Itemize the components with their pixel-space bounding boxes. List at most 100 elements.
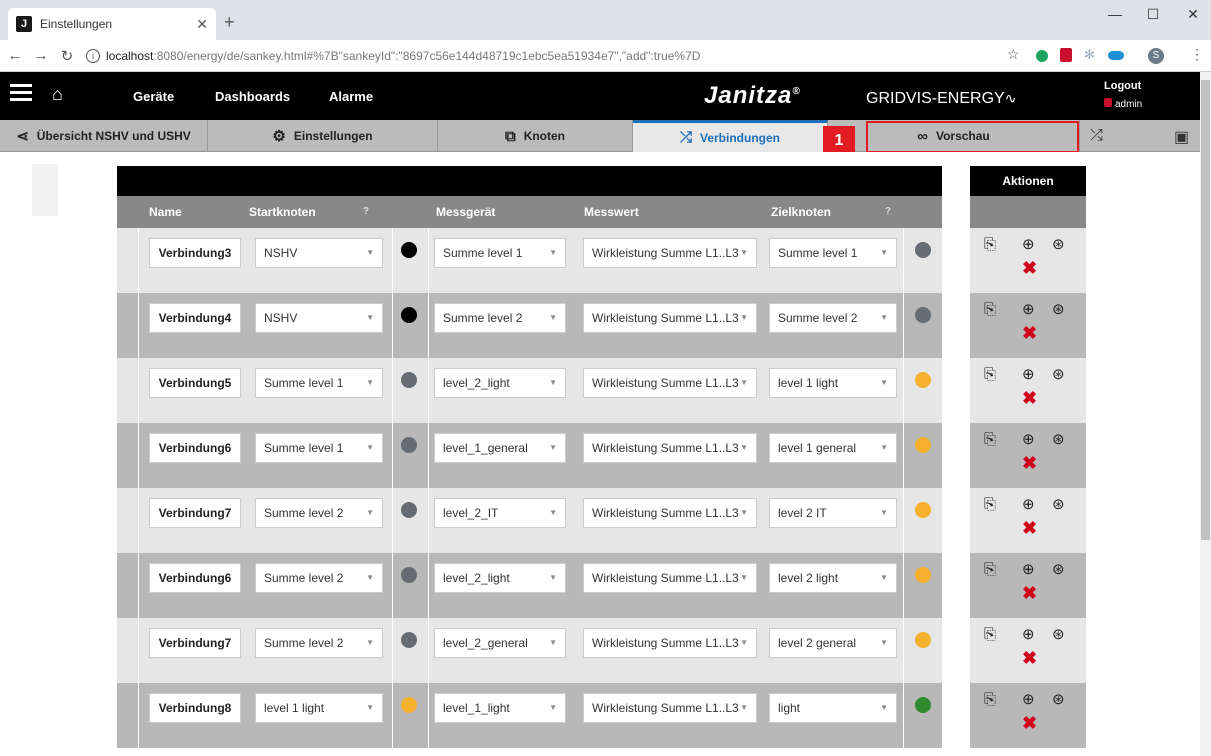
target-node-color-dot[interactable] <box>915 242 931 258</box>
move-down-icon[interactable]: ⊕ <box>1022 625 1035 643</box>
device-select[interactable]: Summe level 1 ▼ <box>434 238 566 268</box>
target-node-select[interactable]: level 1 general ▼ <box>769 433 897 463</box>
start-node-select[interactable]: Summe level 2 ▼ <box>255 563 383 593</box>
start-node-color-dot[interactable] <box>401 242 417 258</box>
start-node-select[interactable]: Summe level 1 ▼ <box>255 433 383 463</box>
device-select[interactable]: Summe level 2 ▼ <box>434 303 566 333</box>
tab-knoten[interactable]: ⧉ Knoten <box>438 120 633 152</box>
target-node-color-dot[interactable] <box>915 632 931 648</box>
nav-geraete[interactable]: Geräte <box>133 89 174 104</box>
move-up-icon[interactable]: ⊛ <box>1052 690 1065 708</box>
connection-name-input[interactable]: Verbindung6 <box>149 433 241 463</box>
move-up-icon[interactable]: ⊛ <box>1052 560 1065 578</box>
target-node-select[interactable]: level 2 general ▼ <box>769 628 897 658</box>
move-down-icon[interactable]: ⊕ <box>1022 495 1035 513</box>
minimize-icon[interactable]: — <box>1100 6 1130 22</box>
nav-alarme[interactable]: Alarme <box>329 89 373 104</box>
start-node-select[interactable]: NSHV ▼ <box>255 303 383 333</box>
delete-icon[interactable]: ✖ <box>1022 388 1037 409</box>
tab-uebersicht[interactable]: ⋖ Übersicht NSHV und USHV <box>0 120 208 152</box>
target-node-select[interactable]: Summe level 1 ▼ <box>769 238 897 268</box>
start-node-select[interactable]: Summe level 2 ▼ <box>255 628 383 658</box>
target-node-color-dot[interactable] <box>915 697 931 713</box>
extension-snowflake-icon[interactable]: ✻ <box>1084 47 1095 63</box>
move-up-icon[interactable]: ⊛ <box>1052 235 1065 253</box>
start-node-color-dot[interactable] <box>401 502 417 518</box>
target-node-color-dot[interactable] <box>915 372 931 388</box>
delete-icon[interactable]: ✖ <box>1022 323 1037 344</box>
help-icon[interactable]: ? <box>885 196 891 228</box>
logout-link[interactable]: Logout <box>1104 80 1141 92</box>
save-icon[interactable]: ▣ <box>1174 127 1189 147</box>
info-icon[interactable]: i <box>86 48 100 63</box>
start-node-color-dot[interactable] <box>401 697 417 713</box>
move-up-icon[interactable]: ⊛ <box>1052 625 1065 643</box>
measurement-select[interactable]: Wirkleistung Summe L1..L3 ▼ <box>583 693 757 723</box>
copy-icon[interactable]: ⎘ <box>984 626 996 643</box>
delete-icon[interactable]: ✖ <box>1022 583 1037 604</box>
connection-name-input[interactable]: Verbindung6 <box>149 563 241 593</box>
start-node-color-dot[interactable] <box>401 372 417 388</box>
measurement-select[interactable]: Wirkleistung Summe L1..L3 ▼ <box>583 433 757 463</box>
connection-name-input[interactable]: Verbindung7 <box>149 498 241 528</box>
measurement-select[interactable]: Wirkleistung Summe L1..L3 ▼ <box>583 498 757 528</box>
bookmark-star-icon[interactable]: ☆ <box>1007 46 1020 63</box>
device-select[interactable]: level_2_light ▼ <box>434 368 566 398</box>
move-up-icon[interactable]: ⊛ <box>1052 430 1065 448</box>
measurement-select[interactable]: Wirkleistung Summe L1..L3 ▼ <box>583 628 757 658</box>
move-down-icon[interactable]: ⊕ <box>1022 690 1035 708</box>
measurement-select[interactable]: Wirkleistung Summe L1..L3 ▼ <box>583 368 757 398</box>
extension-cloud-icon[interactable] <box>1108 51 1124 60</box>
extension-green-icon[interactable] <box>1036 50 1048 62</box>
target-node-select[interactable]: level 1 light ▼ <box>769 368 897 398</box>
move-up-icon[interactable]: ⊛ <box>1052 300 1065 318</box>
close-window-icon[interactable]: ✕ <box>1178 6 1208 23</box>
start-node-select[interactable]: level 1 light ▼ <box>255 693 383 723</box>
forward-icon[interactable]: → <box>30 47 52 64</box>
copy-icon[interactable]: ⎘ <box>984 301 996 318</box>
tab-verbindungen[interactable]: ⤮ Verbindungen <box>633 120 828 152</box>
start-node-select[interactable]: Summe level 1 ▼ <box>255 368 383 398</box>
copy-icon[interactable]: ⎘ <box>984 496 996 513</box>
connection-name-input[interactable]: Verbindung3 <box>149 238 241 268</box>
close-tab-icon[interactable]: ✕ <box>196 16 208 33</box>
target-node-select[interactable]: Summe level 2 ▼ <box>769 303 897 333</box>
delete-icon[interactable]: ✖ <box>1022 518 1037 539</box>
connection-name-input[interactable]: Verbindung8 <box>149 693 241 723</box>
help-icon[interactable]: ? <box>363 196 369 228</box>
move-down-icon[interactable]: ⊕ <box>1022 300 1035 318</box>
home-icon[interactable]: ⌂ <box>52 84 63 105</box>
browser-tab[interactable]: J Einstellungen ✕ <box>8 8 216 40</box>
start-node-select[interactable]: Summe level 2 ▼ <box>255 498 383 528</box>
measurement-select[interactable]: Wirkleistung Summe L1..L3 ▼ <box>583 238 757 268</box>
start-node-color-dot[interactable] <box>401 437 417 453</box>
target-node-color-dot[interactable] <box>915 567 931 583</box>
start-node-color-dot[interactable] <box>401 632 417 648</box>
device-select[interactable]: level_1_general ▼ <box>434 433 566 463</box>
move-up-icon[interactable]: ⊛ <box>1052 495 1065 513</box>
target-node-color-dot[interactable] <box>915 307 931 323</box>
move-down-icon[interactable]: ⊕ <box>1022 365 1035 383</box>
copy-icon[interactable]: ⎘ <box>984 561 996 578</box>
connection-name-input[interactable]: Verbindung5 <box>149 368 241 398</box>
reload-icon[interactable]: ↻ <box>56 47 78 65</box>
move-down-icon[interactable]: ⊕ <box>1022 430 1035 448</box>
move-down-icon[interactable]: ⊕ <box>1022 235 1035 253</box>
extension-red-icon[interactable] <box>1060 48 1072 62</box>
device-select[interactable]: level_1_light ▼ <box>434 693 566 723</box>
hamburger-menu-icon[interactable] <box>10 84 32 102</box>
device-select[interactable]: level_2_IT ▼ <box>434 498 566 528</box>
back-icon[interactable]: ← <box>4 47 26 64</box>
connection-name-input[interactable]: Verbindung4 <box>149 303 241 333</box>
delete-icon[interactable]: ✖ <box>1022 453 1037 474</box>
copy-icon[interactable]: ⎘ <box>984 366 996 383</box>
device-select[interactable]: level_2_light ▼ <box>434 563 566 593</box>
device-select[interactable]: level_2_general ▼ <box>434 628 566 658</box>
target-node-select[interactable]: light ▼ <box>769 693 897 723</box>
copy-icon[interactable]: ⎘ <box>984 236 996 253</box>
scrollbar-thumb[interactable] <box>1201 80 1210 540</box>
delete-icon[interactable]: ✖ <box>1022 258 1037 279</box>
copy-icon[interactable]: ⎘ <box>984 691 996 708</box>
move-down-icon[interactable]: ⊕ <box>1022 560 1035 578</box>
maximize-icon[interactable]: ☐ <box>1138 6 1168 23</box>
